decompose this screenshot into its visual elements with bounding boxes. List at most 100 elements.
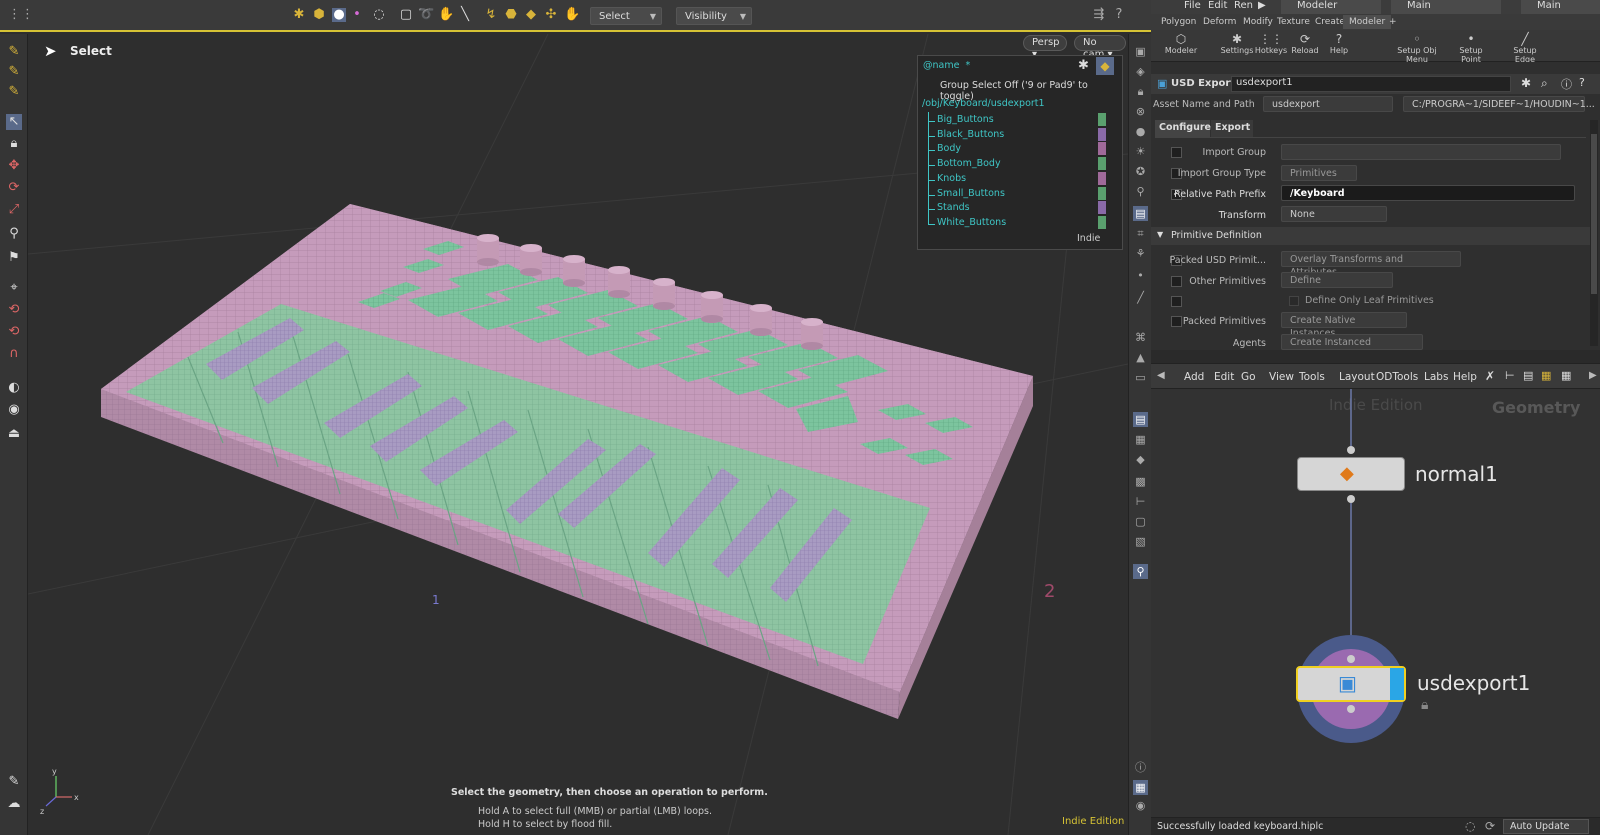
- shelf-tab[interactable]: Deform: [1197, 15, 1242, 29]
- node-usdexport1[interactable]: ▣: [1296, 666, 1406, 702]
- gear-icon[interactable]: ✱: [1521, 76, 1531, 90]
- select-geometry-icon[interactable]: ⬢: [312, 8, 326, 22]
- network-editor[interactable]: Indie Edition Geometry ◆ normal1 ▣ usdex…: [1151, 389, 1600, 817]
- group-color-swatch[interactable]: [1098, 215, 1106, 229]
- tab-configure[interactable]: Configure: [1155, 120, 1211, 137]
- list-view-icon[interactable]: ▤: [1523, 369, 1533, 382]
- rotate-tool-icon[interactable]: ⟳: [6, 180, 22, 196]
- handle-tool-icon[interactable]: ⚲: [6, 226, 22, 242]
- desktop-dropdown[interactable]: Modeler: [1281, 0, 1381, 14]
- tools-wrench-icon[interactable]: ✗: [1485, 369, 1495, 383]
- ortho-icon[interactable]: ▤: [1133, 412, 1148, 427]
- brush-icon[interactable]: ✎: [6, 84, 22, 100]
- guide-icon[interactable]: ⚘: [1133, 246, 1148, 261]
- chat-icon[interactable]: ◌: [1465, 819, 1475, 833]
- lasso-select-icon[interactable]: ➰: [418, 8, 434, 22]
- point-display-icon[interactable]: •: [1133, 268, 1148, 283]
- select-whole-icon[interactable]: ✣: [544, 8, 558, 22]
- scene-viewport[interactable]: ⋮⋮ ✱ ⬢ ● • ◌ ▢ ➰ ✋ ╲ ↯ ⬣ ◆ ✣ ✋ Select ▼ V…: [0, 0, 1151, 835]
- menu-file[interactable]: File: [1184, 0, 1201, 11]
- network-menu-item[interactable]: ODTools: [1376, 371, 1418, 383]
- select-visible-icon[interactable]: ↯: [484, 8, 498, 22]
- update-mode-dropdown[interactable]: Auto Update: [1503, 819, 1589, 834]
- select-tool-icon[interactable]: ↖: [6, 114, 22, 130]
- network-menu-item[interactable]: Labs: [1424, 371, 1448, 383]
- import-group-field[interactable]: [1281, 144, 1561, 160]
- asset-path-field[interactable]: C:/PROGRA~1/SIDEEF~1/HOUDIN~1...: [1403, 96, 1595, 112]
- node-name-field[interactable]: usdexport1: [1231, 76, 1511, 92]
- select-dynamic-icon[interactable]: ●: [332, 8, 346, 22]
- quad-view-icon[interactable]: ▦: [1133, 780, 1148, 795]
- param-scrollbar[interactable]: [1590, 120, 1598, 346]
- render-view-icon[interactable]: ◉: [1133, 798, 1148, 813]
- safe-area-icon[interactable]: ◆: [1133, 452, 1148, 467]
- display-options-icon[interactable]: ▣: [1133, 44, 1148, 59]
- layout-icon[interactable]: ⇶: [1092, 8, 1106, 22]
- network-menu-item[interactable]: Layout: [1339, 371, 1375, 383]
- selection-mode-dropdown[interactable]: Select ▼: [590, 7, 662, 25]
- hull-icon[interactable]: ▭: [1133, 370, 1148, 385]
- info-icon[interactable]: ⓘ: [1561, 76, 1572, 92]
- grid-menu-icon[interactable]: ⋮⋮: [8, 8, 34, 22]
- light-icon[interactable]: ☀: [1133, 144, 1148, 159]
- agents-dropdown[interactable]: Create Instanced SkelRoots: [1281, 334, 1423, 350]
- collapse-right-icon[interactable]: ▶: [1589, 370, 1597, 381]
- transform-dropdown[interactable]: None: [1281, 206, 1387, 222]
- normals-icon[interactable]: ╱: [1133, 290, 1148, 305]
- normal1-output[interactable]: [1347, 495, 1355, 503]
- menu-edit[interactable]: Edit: [1208, 0, 1227, 11]
- pose-tool-icon[interactable]: ⚑: [6, 250, 22, 266]
- flipbook-icon[interactable]: ⏏: [6, 426, 22, 442]
- tree-view-icon[interactable]: ⊢: [1505, 369, 1515, 382]
- snapshot-icon[interactable]: ▤: [1133, 206, 1148, 221]
- group-color-swatch[interactable]: [1098, 127, 1106, 141]
- network-menu-item[interactable]: Help: [1453, 371, 1477, 383]
- define-leaf-checkbox-outer[interactable]: [1171, 296, 1182, 307]
- persp-button[interactable]: Persp ▾: [1023, 35, 1067, 60]
- pane-splitter[interactable]: [1151, 350, 1600, 363]
- collapse-left-icon[interactable]: ◀: [1157, 370, 1165, 381]
- outliner-item[interactable]: Big_Buttons: [937, 114, 994, 125]
- ghost-icon[interactable]: ⊗: [1133, 104, 1148, 119]
- shelf-tool[interactable]: ? Help: [1317, 33, 1361, 56]
- group-color-swatch[interactable]: [1098, 157, 1106, 171]
- peak-tool-icon[interactable]: ⟲: [6, 324, 22, 340]
- define-leaf-checkbox[interactable]: [1289, 296, 1299, 306]
- outliner-item[interactable]: Body: [937, 143, 961, 154]
- drag-tool-icon[interactable]: ⟲: [6, 302, 22, 318]
- normal1-input[interactable]: [1347, 446, 1355, 454]
- outliner-item[interactable]: Black_Buttons: [937, 129, 1004, 140]
- view-dropdown-1[interactable]: Main: [1391, 0, 1501, 14]
- particles-icon[interactable]: ▩: [1133, 474, 1148, 489]
- bulb-icon[interactable]: ✪: [1133, 164, 1148, 179]
- shelf-tab[interactable]: Polygon: [1155, 15, 1202, 29]
- camera-button[interactable]: No cam ▾: [1074, 35, 1126, 60]
- prim-number-icon[interactable]: ▲: [1133, 350, 1148, 365]
- shelf-tool[interactable]: ⬡ Modeler: [1159, 33, 1203, 56]
- orbit-icon[interactable]: ◌: [372, 8, 386, 22]
- view-tool-icon[interactable]: ◐: [6, 380, 22, 396]
- packed-prims-dropdown[interactable]: Create Native Instances: [1281, 312, 1407, 339]
- camera-tool-icon[interactable]: ◉: [6, 402, 22, 418]
- magnet-icon[interactable]: ✎: [6, 44, 22, 60]
- background-icon[interactable]: ▦: [1133, 432, 1148, 447]
- info-icon[interactable]: ⓘ: [1133, 760, 1148, 775]
- gear-icon[interactable]: ✱: [1078, 58, 1089, 73]
- group-color-swatch[interactable]: [1098, 142, 1106, 156]
- network-menu-item[interactable]: Tools: [1299, 371, 1325, 383]
- node-normal1[interactable]: ◆: [1297, 457, 1405, 491]
- lock-icon[interactable]: 🔒︎: [6, 136, 22, 152]
- select-groups-icon[interactable]: ⬣: [504, 8, 518, 22]
- move-tool-icon[interactable]: ✥: [6, 158, 22, 174]
- magnet-tool-icon[interactable]: ∩: [6, 346, 22, 362]
- outliner-item[interactable]: White_Buttons: [937, 217, 1006, 228]
- render-icon[interactable]: ✎: [6, 774, 22, 790]
- camera-icon[interactable]: ⌗: [1133, 226, 1148, 241]
- name-filter[interactable]: @name *: [923, 60, 970, 71]
- transform-tool-icon[interactable]: ⌖: [6, 280, 22, 296]
- import-group-type-dropdown[interactable]: Primitives: [1281, 165, 1357, 181]
- select-objects-icon[interactable]: ✱: [292, 8, 306, 22]
- outliner-item[interactable]: Stands: [937, 202, 970, 213]
- help-icon[interactable]: ?: [1579, 76, 1585, 89]
- scale-tool-icon[interactable]: ⤢: [6, 202, 22, 218]
